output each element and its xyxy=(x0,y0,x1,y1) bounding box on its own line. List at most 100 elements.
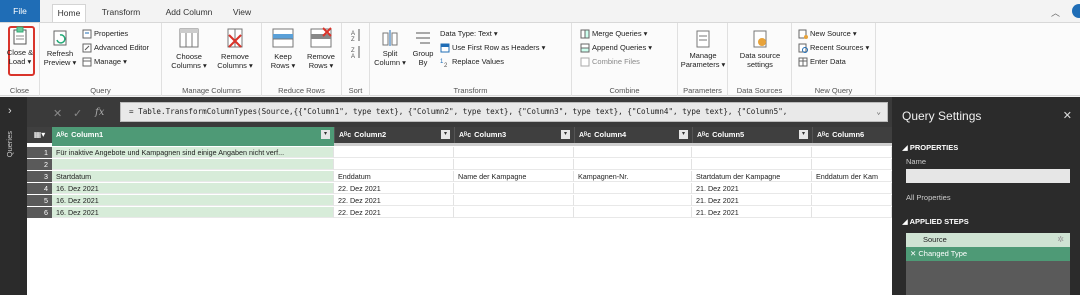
applied-step-source[interactable]: Source ✲ xyxy=(906,233,1070,247)
applied-step-changed-type[interactable]: ✕ Changed Type xyxy=(906,247,1070,261)
table-cell[interactable] xyxy=(454,195,574,206)
column-filter-icon[interactable]: ▾ xyxy=(561,130,570,139)
row-number[interactable]: 3 xyxy=(27,171,52,182)
text-type-icon[interactable]: Aᴮc xyxy=(579,132,591,139)
column-header-1[interactable]: Aᴮc Column1 ▾ xyxy=(52,127,334,143)
table-cell[interactable]: 21. Dez 2021 xyxy=(692,195,812,206)
table-cell[interactable]: 16. Dez 2021 xyxy=(52,183,334,194)
table-cell[interactable]: 21. Dez 2021 xyxy=(692,183,812,194)
applied-steps-section-heading[interactable]: ◢ APPLIED STEPS xyxy=(902,217,969,226)
text-type-icon[interactable]: Aᴮc xyxy=(697,132,709,139)
commit-formula-icon[interactable]: ✓ xyxy=(73,107,82,120)
refresh-preview-button[interactable]: Refresh Preview ▾ xyxy=(42,29,78,67)
formula-input[interactable]: = Table.TransformColumnTypes(Source,{{"C… xyxy=(120,102,888,122)
fx-icon[interactable]: fx xyxy=(95,107,104,118)
table-cell[interactable]: 22. Dez 2021 xyxy=(334,207,454,218)
text-type-icon[interactable]: Aᴮc xyxy=(459,132,471,139)
table-cell[interactable] xyxy=(334,147,454,158)
table-cell[interactable]: 22. Dez 2021 xyxy=(334,195,454,206)
column-filter-icon[interactable]: ▾ xyxy=(799,130,808,139)
combine-files-button[interactable]: Combine Files xyxy=(580,56,640,67)
expand-queries-icon[interactable]: › xyxy=(8,105,12,117)
table-cell[interactable] xyxy=(454,159,574,170)
keep-rows-button[interactable]: Keep Rows ▾ xyxy=(264,26,302,70)
table-cell[interactable]: Startdatum der Kampagne xyxy=(692,171,812,182)
queries-pane[interactable]: › Queries xyxy=(0,97,27,295)
table-cell[interactable] xyxy=(574,207,692,218)
table-cell[interactable] xyxy=(574,147,692,158)
column-filter-icon[interactable]: ▾ xyxy=(441,130,450,139)
table-cell[interactable] xyxy=(334,159,454,170)
manage-button[interactable]: Manage ▾ xyxy=(82,56,127,67)
all-properties-link[interactable]: All Properties xyxy=(906,193,951,202)
properties-button[interactable]: Properties xyxy=(82,28,128,39)
row-number[interactable]: 6 xyxy=(27,207,52,218)
text-type-icon[interactable]: Aᴮc xyxy=(339,132,351,139)
column-header-2[interactable]: Aᴮc Column2 ▾ xyxy=(334,127,454,143)
data-type-dropdown[interactable]: Data Type: Text ▾ xyxy=(440,28,498,39)
table-cell[interactable] xyxy=(454,183,574,194)
remove-columns-button[interactable]: Remove Columns ▾ xyxy=(212,26,258,70)
expand-formula-icon[interactable]: ⌄ xyxy=(876,103,881,121)
text-type-icon[interactable]: Aᴮc xyxy=(56,132,68,139)
tab-view[interactable]: View xyxy=(228,4,256,22)
table-cell[interactable] xyxy=(692,159,812,170)
new-source-button[interactable]: New Source ▾ xyxy=(798,28,857,40)
row-number[interactable]: 5 xyxy=(27,195,52,206)
recent-sources-button[interactable]: Recent Sources ▾ xyxy=(798,42,869,54)
table-cell[interactable] xyxy=(812,207,892,218)
data-source-settings-button[interactable]: Data source settings xyxy=(728,29,792,69)
replace-values-button[interactable]: 1 2 Replace Values xyxy=(440,56,504,67)
step-settings-gear-icon[interactable]: ✲ xyxy=(1057,233,1064,247)
table-cell[interactable] xyxy=(574,159,692,170)
table-cell[interactable] xyxy=(574,183,692,194)
tab-home[interactable]: Home xyxy=(52,4,86,22)
tab-transform[interactable]: Transform xyxy=(96,4,146,22)
row-number[interactable]: 2 xyxy=(27,159,52,170)
table-cell[interactable] xyxy=(812,183,892,194)
column-filter-icon[interactable]: ▾ xyxy=(679,130,688,139)
help-icon[interactable] xyxy=(1072,4,1080,18)
enter-data-button[interactable]: Enter Data xyxy=(798,56,846,67)
sort-descending-button[interactable]: ZA xyxy=(351,45,361,60)
table-cell[interactable] xyxy=(812,195,892,206)
table-cell[interactable] xyxy=(692,147,812,158)
table-cell[interactable]: 16. Dez 2021 xyxy=(52,207,334,218)
manage-parameters-button[interactable]: Manage Parameters ▾ xyxy=(678,29,728,69)
close-icon[interactable]: ✕ xyxy=(1063,109,1072,122)
table-cell[interactable]: Name der Kampagne xyxy=(454,171,574,182)
table-cell[interactable]: 22. Dez 2021 xyxy=(334,183,454,194)
table-cell[interactable]: 16. Dez 2021 xyxy=(52,195,334,206)
split-column-button[interactable]: Split Column ▾ xyxy=(372,29,408,67)
table-cell[interactable] xyxy=(812,159,892,170)
table-cell[interactable]: Startdatum xyxy=(52,171,334,182)
merge-queries-button[interactable]: Merge Queries ▾ xyxy=(580,28,647,39)
column-header-6[interactable]: Aᴮc Column6 xyxy=(812,127,892,143)
table-cell[interactable]: 21. Dez 2021 xyxy=(692,207,812,218)
column-header-3[interactable]: Aᴮc Column3 ▾ xyxy=(454,127,574,143)
append-queries-button[interactable]: Append Queries ▾ xyxy=(580,42,652,53)
tab-file[interactable]: File xyxy=(0,0,40,22)
query-name-field[interactable] xyxy=(906,169,1070,183)
remove-rows-button[interactable]: Remove Rows ▾ xyxy=(302,26,340,70)
table-cell[interactable]: Enddatum xyxy=(334,171,454,182)
table-menu-icon[interactable]: ▦▾ xyxy=(27,127,52,143)
tab-add-column[interactable]: Add Column xyxy=(160,4,218,22)
sort-ascending-button[interactable]: AZ xyxy=(351,28,361,43)
table-cell[interactable] xyxy=(52,159,334,170)
column-header-5[interactable]: Aᴮc Column5 ▾ xyxy=(692,127,812,143)
text-type-icon[interactable]: Aᴮc xyxy=(817,132,829,139)
row-number[interactable]: 1 xyxy=(27,147,52,158)
row-number[interactable]: 4 xyxy=(27,183,52,194)
column-filter-icon[interactable]: ▾ xyxy=(321,130,330,139)
table-cell[interactable] xyxy=(454,207,574,218)
close-load-button[interactable]: Close & Load ▾ xyxy=(0,26,40,66)
cancel-formula-icon[interactable]: ✕ xyxy=(53,107,62,120)
group-by-button[interactable]: Group By xyxy=(408,29,438,67)
collapse-ribbon-icon[interactable]: ︿ xyxy=(1051,6,1060,19)
table-cell[interactable]: Für inaktive Angebote und Kampagnen sind… xyxy=(52,147,334,158)
table-cell[interactable] xyxy=(812,147,892,158)
column-header-4[interactable]: Aᴮc Column4 ▾ xyxy=(574,127,692,143)
table-cell[interactable]: Kampagnen-Nr. xyxy=(574,171,692,182)
advanced-editor-button[interactable]: Advanced Editor xyxy=(82,42,149,53)
